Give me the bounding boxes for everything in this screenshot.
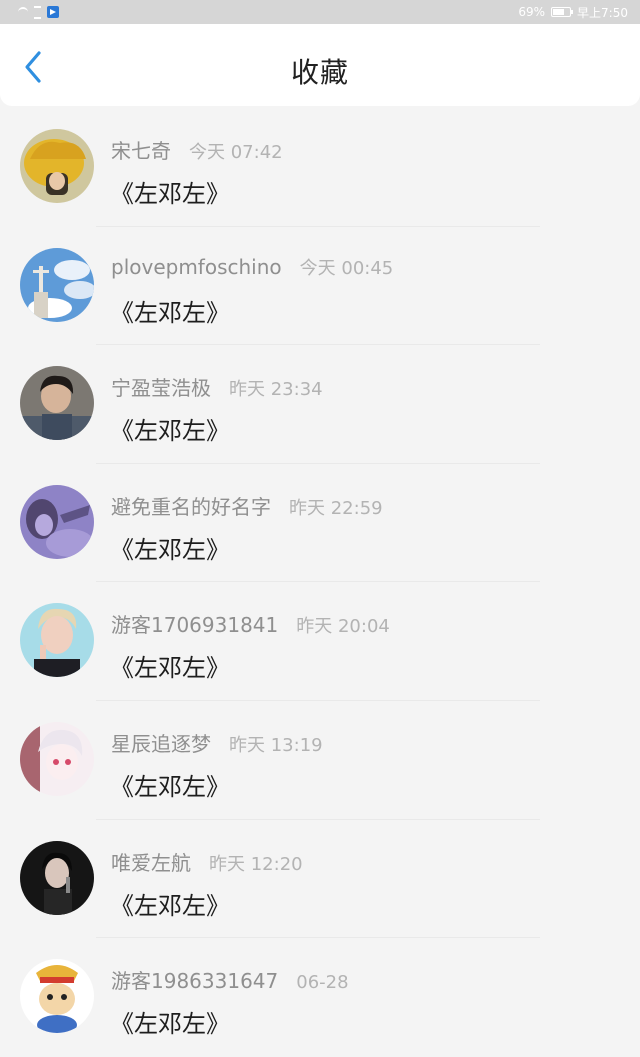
singer-dark-avatar (20, 840, 94, 915)
blond-boy-avatar (20, 603, 94, 678)
avatar[interactable] (20, 959, 94, 1034)
item-content: 《左邓左》 (110, 417, 230, 446)
item-meta: 唯爱左航 昨天 12:20 (111, 847, 303, 876)
item-meta: 宋七奇 今天 07:42 (111, 135, 283, 164)
timestamp: 昨天 22:59 (289, 497, 383, 519)
status-right: 69% 早上7:50 (518, 4, 628, 21)
avatar[interactable] (20, 840, 94, 915)
timestamp: 06-28 (296, 972, 349, 994)
page-title: 收藏 (290, 56, 349, 89)
timestamp: 昨天 20:04 (296, 616, 390, 638)
username[interactable]: 唯爱左航 (111, 847, 191, 876)
item-meta: 游客1706931841 昨天 20:04 (111, 609, 390, 638)
battery-fill (553, 9, 565, 15)
username[interactable]: 星辰追逐梦 (111, 728, 211, 757)
header: 收藏 (0, 24, 640, 106)
username[interactable]: 避免重名的好名字 (111, 491, 271, 520)
battery-icon (551, 7, 574, 17)
list-item[interactable]: plovepmfoschino 今天 00:45 《左邓左》 (0, 227, 640, 346)
avatar[interactable] (20, 603, 94, 678)
list-item[interactable]: 唯爱左航 昨天 12:20 《左邓左》 (0, 820, 640, 939)
timestamp: 今天 07:42 (189, 142, 283, 163)
item-content: 《左邓左》 (110, 535, 230, 564)
item-meta: 游客1986331647 06-28 (111, 965, 349, 994)
avatar[interactable] (20, 721, 94, 796)
timestamp: 今天 00:45 (299, 257, 394, 279)
favorites-list: 宋七奇 今天 07:42 《左邓左》 plovepmfoschino 今天 00… (0, 108, 640, 1057)
status-left (18, 5, 59, 19)
item-content: 《左邓左》 (110, 654, 230, 683)
username[interactable]: 宁盈莹浩极 (111, 372, 211, 401)
status-bar: 69% 早上7:50 (0, 0, 640, 24)
status-time: 早上7:50 (577, 5, 628, 20)
app-notification-icon (47, 6, 59, 18)
username[interactable]: 宋七奇 (111, 135, 171, 164)
item-meta: 宁盈莹浩极 昨天 23:34 (111, 372, 323, 401)
item-content: 《左邓左》 (110, 772, 230, 801)
avatar[interactable] (20, 366, 94, 441)
white-hair-anime-avatar (20, 721, 94, 796)
timestamp: 昨天 12:20 (209, 853, 303, 875)
item-meta: 星辰追逐梦 昨天 13:19 (111, 728, 323, 757)
avatar[interactable] (20, 247, 94, 322)
cartoon-monkey-avatar (20, 959, 94, 1034)
username[interactable]: 游客1986331647 (111, 965, 278, 994)
avatar[interactable] (20, 484, 94, 559)
item-meta: 避免重名的好名字 昨天 22:59 (111, 491, 383, 520)
yellow-costume-avatar (20, 129, 94, 203)
battery-percent: 69% (518, 5, 546, 19)
timestamp: 昨天 13:19 (229, 734, 323, 756)
boy-portrait-avatar (20, 366, 94, 441)
list-item[interactable]: 星辰追逐梦 昨天 13:19 《左邓左》 (0, 701, 640, 820)
avatar[interactable] (20, 129, 94, 203)
list-item[interactable]: 宁盈莹浩极 昨天 23:34 《左邓左》 (0, 345, 640, 464)
username[interactable]: 游客1706931841 (111, 609, 278, 638)
purple-anime-avatar (20, 484, 94, 559)
blue-sky-statue-avatar (20, 247, 94, 322)
item-meta: plovepmfoschino 今天 00:45 (111, 254, 393, 280)
wifi-icon (18, 7, 28, 17)
hourglass-icon (34, 5, 41, 19)
item-content: 《左邓左》 (110, 1010, 230, 1039)
list-item[interactable]: 宋七奇 今天 07:42 《左邓左》 (0, 108, 640, 227)
item-content: 《左邓左》 (110, 180, 230, 208)
item-content: 《左邓左》 (110, 298, 230, 327)
timestamp: 昨天 23:34 (229, 379, 323, 401)
list-item[interactable]: 避免重名的好名字 昨天 22:59 《左邓左》 (0, 464, 640, 583)
list-item[interactable]: 游客1706931841 昨天 20:04 《左邓左》 (0, 582, 640, 701)
username[interactable]: plovepmfoschino (111, 255, 282, 279)
list-item[interactable]: 游客1986331647 06-28 《左邓左》 (0, 938, 640, 1057)
item-content: 《左邓左》 (110, 891, 230, 920)
